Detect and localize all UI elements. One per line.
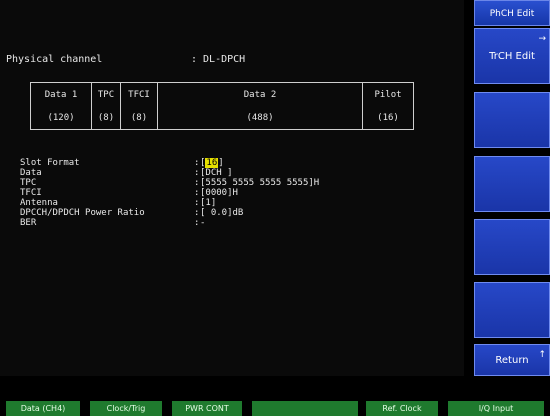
softkey-menu-title: PhCH Edit — [474, 0, 550, 26]
slot-field-name: TPC — [97, 89, 115, 100]
softkey-3[interactable] — [474, 156, 550, 212]
param-value[interactable]: [DCH ] — [200, 168, 233, 178]
arrow-right-icon: → — [538, 34, 546, 44]
softkey-5[interactable] — [474, 282, 550, 338]
main-display: Physical channel : DL-DPCH Data 1 (120) … — [0, 0, 464, 376]
arrow-up-icon: ↑ — [538, 350, 546, 360]
slot-field-data2: Data 2 (488) — [158, 83, 363, 129]
slot-field-data1: Data 1 (120) — [31, 83, 92, 129]
slot-field-bits: (8) — [97, 112, 115, 123]
param-label: Slot Format — [20, 158, 80, 168]
function-key-bar: Data (CH4) Clock/Trig PWR CONT Ref. Cloc… — [0, 384, 550, 416]
softkey-label: Return — [495, 355, 529, 366]
slot-field-name: TFCI — [128, 89, 150, 100]
physical-channel-label: Physical channel — [6, 54, 103, 65]
param-value[interactable]: [1] — [200, 198, 216, 208]
fkey-clock-trig[interactable]: Clock/Trig — [90, 401, 162, 416]
fkey-data-ch4[interactable]: Data (CH4) — [6, 401, 80, 416]
softkey-panel: PhCH Edit → TrCH Edit ↑ Return — [474, 0, 550, 376]
param-label: Antenna — [20, 198, 58, 208]
slot-field-bits: (8) — [130, 112, 148, 123]
param-value[interactable]: [0000]H — [200, 188, 238, 198]
slot-field-bits: (120) — [47, 112, 75, 123]
param-label: DPCCH/DPDCH Power Ratio — [20, 208, 145, 218]
slot-format-cursor[interactable]: 16 — [205, 158, 219, 168]
slot-field-tfci: TFCI (8) — [121, 83, 158, 129]
fkey-iq-input[interactable]: I/Q Input — [448, 401, 544, 416]
param-label: Data — [20, 168, 42, 178]
param-label: TPC — [20, 178, 37, 188]
param-value[interactable]: [5555 5555 5555 5555]H — [200, 178, 319, 188]
fkey-pwr-cont[interactable]: PWR CONT — [172, 401, 242, 416]
slot-field-name: Data 1 — [44, 89, 78, 100]
param-value[interactable]: [16] — [200, 158, 224, 168]
physical-channel-value: : DL-DPCH — [191, 54, 246, 65]
softkey-4[interactable] — [474, 219, 550, 275]
slot-field-name: Pilot — [374, 89, 402, 100]
param-label: BER — [20, 218, 37, 228]
softkey-2[interactable] — [474, 92, 550, 148]
param-value[interactable]: [ 0.0]dB — [200, 208, 243, 218]
slot-field-bits: (16) — [377, 112, 399, 123]
param-value: - — [200, 218, 206, 228]
slot-field-bits: (488) — [246, 112, 274, 123]
slot-structure-table: Data 1 (120) TPC (8) TFCI (8) Data 2 (48… — [30, 82, 414, 130]
fkey-ref-clock[interactable]: Ref. Clock — [366, 401, 438, 416]
softkey-label: TrCH Edit — [489, 51, 535, 62]
slot-field-tpc: TPC (8) — [92, 83, 121, 129]
softkey-return[interactable]: ↑ Return — [474, 344, 550, 376]
param-label: TFCI — [20, 188, 42, 198]
slot-field-pilot: Pilot (16) — [363, 83, 413, 129]
fkey-blank[interactable] — [252, 401, 358, 416]
softkey-trch-edit[interactable]: → TrCH Edit — [474, 28, 550, 84]
slot-field-name: Data 2 — [243, 89, 277, 100]
